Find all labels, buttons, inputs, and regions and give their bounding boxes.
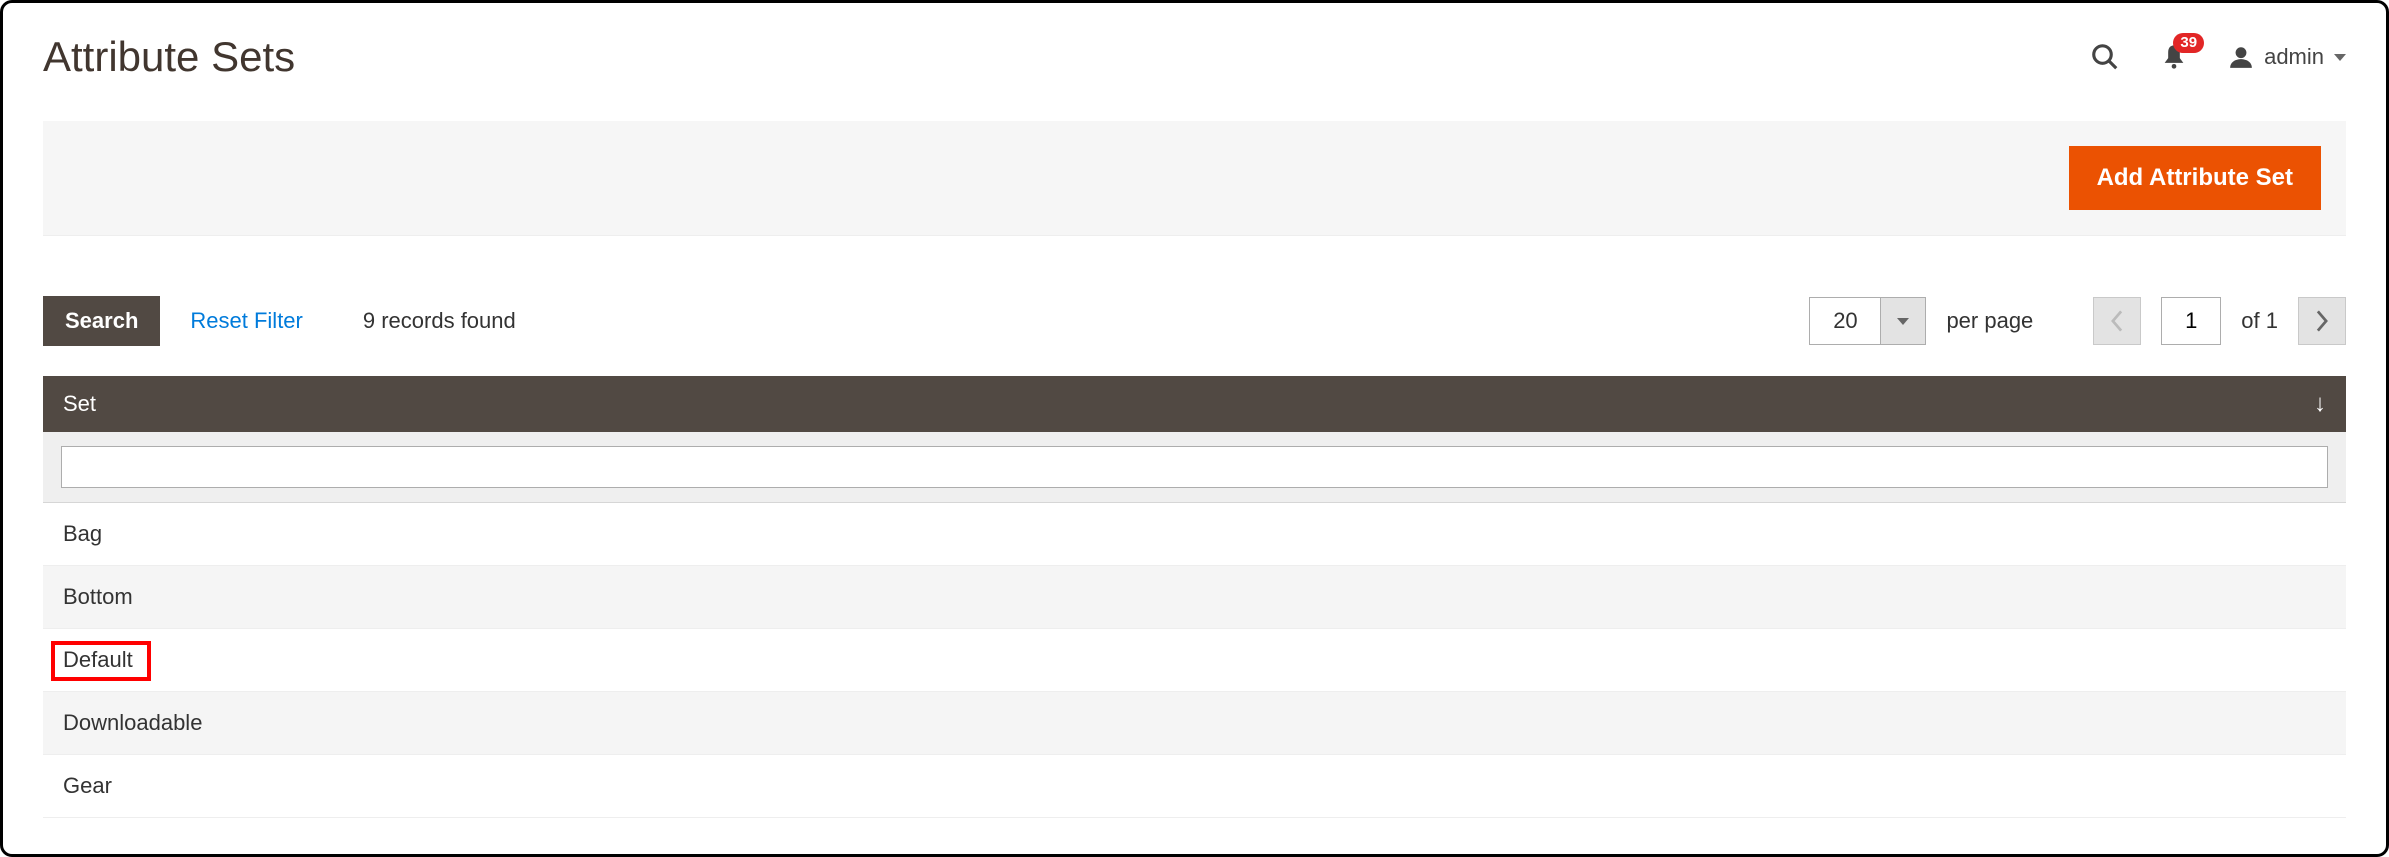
page-size-select[interactable]: 20 [1809,297,1926,345]
reset-filter-link[interactable]: Reset Filter [190,308,302,334]
table-row[interactable]: Downloadable [43,692,2346,755]
add-attribute-set-button[interactable]: Add Attribute Set [2069,146,2321,210]
grid-filter-row [43,432,2346,503]
page-of-label: of 1 [2241,308,2278,334]
search-icon[interactable] [2090,42,2120,72]
user-icon [2228,44,2254,70]
grid-toolbar: Search Reset Filter 9 records found 20 p… [43,296,2346,346]
user-label: admin [2264,44,2324,70]
pager-prev-button[interactable] [2093,297,2141,345]
sort-arrow-icon[interactable]: ↓ [2314,390,2326,418]
header-actions: 39 admin [2090,42,2346,72]
pager-next-button[interactable] [2298,297,2346,345]
chevron-down-icon [2334,54,2346,61]
set-filter-input[interactable] [61,446,2328,488]
toolbar-right: 20 per page of 1 [1809,297,2346,345]
column-header-set: Set [63,391,96,417]
table-row[interactable]: Bag [43,503,2346,566]
grid-body: BagBottom Default DownloadableGear [43,503,2346,818]
page-number-input[interactable] [2161,297,2221,345]
highlight-annotation: Default [51,641,151,681]
records-found-label: 9 records found [363,308,516,334]
table-row[interactable]: Bottom [43,566,2346,629]
per-page-label: per page [1946,308,2033,334]
user-menu[interactable]: admin [2228,44,2346,70]
action-bar: Add Attribute Set [43,121,2346,236]
table-row[interactable]: Default [43,629,2346,692]
attribute-set-grid: Set ↓ BagBottom Default DownloadableGear [43,376,2346,818]
chevron-down-icon[interactable] [1880,298,1925,344]
page-header: Attribute Sets 39 admin [43,33,2346,81]
notifications-button[interactable]: 39 [2160,43,2188,71]
notification-badge: 39 [2173,33,2204,53]
grid-header[interactable]: Set ↓ [43,376,2346,432]
table-row[interactable]: Gear [43,755,2346,818]
page-size-value: 20 [1810,298,1880,344]
search-button[interactable]: Search [43,296,160,346]
page-title: Attribute Sets [43,33,295,81]
toolbar-left: Search Reset Filter 9 records found [43,296,516,346]
